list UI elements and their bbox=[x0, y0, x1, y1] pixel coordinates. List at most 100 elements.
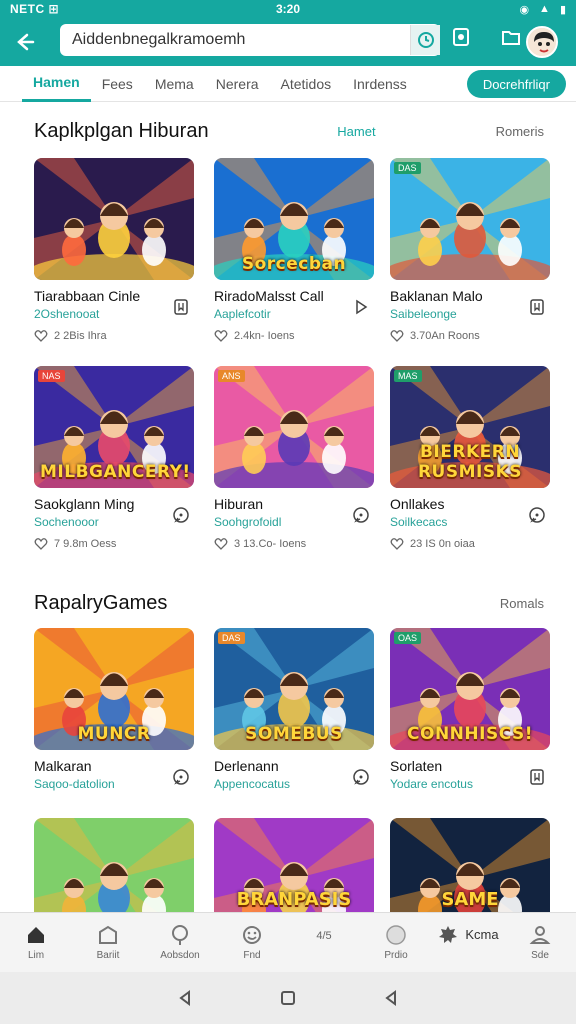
game-stats: 2.4kn- Ioens bbox=[234, 330, 295, 342]
back-triangle-icon[interactable] bbox=[176, 989, 194, 1007]
game-title[interactable]: Saokglann Ming bbox=[34, 496, 194, 512]
game-thumbnail[interactable]: DAS SOMEBUS bbox=[214, 628, 374, 750]
game-title[interactable]: Sorlaten bbox=[390, 758, 550, 774]
lollipop-icon bbox=[172, 925, 188, 945]
bookmark-icon[interactable] bbox=[528, 298, 546, 316]
nav-item-count[interactable]: 4/5 bbox=[288, 913, 360, 972]
game-thumbnail[interactable]: OAS CONNHISCS! bbox=[390, 628, 550, 750]
game-subtitle: Sochenooor bbox=[34, 515, 99, 529]
game-meta: 3.70An Roons bbox=[390, 329, 550, 343]
nav-label: Bariit bbox=[96, 950, 120, 961]
nav-item-prdio[interactable]: Prdio bbox=[360, 913, 432, 972]
tab-atetidos[interactable]: Atetidos bbox=[270, 66, 343, 102]
game-banner-text: SOMEBUS bbox=[245, 724, 343, 744]
bookmark-icon[interactable] bbox=[528, 768, 546, 786]
tab-cta-button[interactable]: Docrehfrliqr bbox=[466, 70, 566, 98]
game-title[interactable]: RiradoMalsst Call bbox=[214, 288, 374, 304]
play-outline-icon[interactable] bbox=[352, 298, 370, 316]
game-card[interactable]: OAS CONNHISCS! Sorlaten Yodare encotus bbox=[390, 628, 550, 791]
tab-fees[interactable]: Fees bbox=[91, 66, 144, 102]
chat-icon[interactable] bbox=[352, 506, 370, 524]
chat-icon[interactable] bbox=[528, 506, 546, 524]
game-tag-badge: DAS bbox=[218, 632, 245, 644]
search-timer-button[interactable] bbox=[410, 25, 440, 55]
heart-icon[interactable] bbox=[34, 537, 48, 551]
nav-label: Kcma bbox=[465, 927, 499, 942]
section-header-1: Kaplkplgan Hiburan Hamet Romeris bbox=[34, 120, 544, 143]
tab-nerera[interactable]: Nerera bbox=[205, 66, 270, 102]
nav-item-sde[interactable]: Sde bbox=[504, 913, 576, 972]
notes-icon[interactable] bbox=[450, 26, 472, 48]
person-icon bbox=[529, 926, 551, 944]
game-thumbnail[interactable]: Sorcecban bbox=[214, 158, 374, 280]
game-card[interactable]: MUNCR Malkaran Saqoo-datolion bbox=[34, 628, 194, 791]
game-stats: 2 2Bis Ihra bbox=[54, 330, 107, 342]
game-thumbnail[interactable]: MUNCR bbox=[34, 628, 194, 750]
status-time: 3:20 bbox=[275, 2, 301, 16]
game-subtitle: Soohgrofoidl bbox=[214, 515, 282, 529]
search-bar[interactable] bbox=[60, 24, 440, 56]
see-more-link-2[interactable]: Romals bbox=[500, 596, 544, 611]
game-tag-badge: OAS bbox=[394, 632, 422, 644]
game-title[interactable]: Malkaran bbox=[34, 758, 194, 774]
game-card[interactable]: BRANPASIS bbox=[214, 818, 374, 912]
section-title-1: Kaplkplgan Hiburan bbox=[34, 120, 209, 142]
bookmark-icon[interactable] bbox=[172, 298, 190, 316]
game-title[interactable]: Hiburan bbox=[214, 496, 374, 512]
game-subtitle: Aaplefcotir bbox=[214, 307, 271, 321]
game-title[interactable]: Derlenann bbox=[214, 758, 374, 774]
chat-icon[interactable] bbox=[352, 768, 370, 786]
game-subtitle: Saqoo-datolion bbox=[34, 777, 115, 791]
game-thumbnail[interactable] bbox=[34, 818, 194, 912]
game-tag-badge: MAS bbox=[394, 370, 422, 382]
see-more-link-1[interactable]: Romeris bbox=[496, 124, 544, 139]
game-thumbnail[interactable]: NAS MILBGANCERY! bbox=[34, 366, 194, 488]
chat-icon[interactable] bbox=[172, 506, 190, 524]
game-thumbnail[interactable]: DAS bbox=[390, 158, 550, 280]
chat-icon[interactable] bbox=[172, 768, 190, 786]
game-tag-badge: NAS bbox=[38, 370, 65, 382]
game-card[interactable]: MAS BIERKERN RUSMISKS Onllakes Soilkecacs 23… bbox=[390, 366, 550, 551]
game-subtitle: Yodare encotus bbox=[390, 777, 473, 791]
search-input[interactable] bbox=[72, 31, 410, 49]
game-title[interactable]: Tiarabbaan Cinle bbox=[34, 288, 194, 304]
game-card[interactable]: DAS Baklanan Malo Saibeleonge 3.70An Roons bbox=[390, 158, 550, 343]
home-square-icon[interactable] bbox=[279, 989, 297, 1007]
section-link-1[interactable]: Hamet bbox=[337, 124, 375, 139]
folder-icon[interactable] bbox=[500, 26, 522, 48]
game-banner-text: CONNHISCS! bbox=[407, 724, 533, 744]
tab-mema[interactable]: Mema bbox=[144, 66, 205, 102]
nav-item-aobsdon[interactable]: Aobsdon bbox=[144, 913, 216, 972]
avatar[interactable] bbox=[526, 26, 558, 58]
heart-icon[interactable] bbox=[390, 537, 404, 551]
game-title[interactable]: Baklanan Malo bbox=[390, 288, 550, 304]
game-subtitle: 2Oshenooat bbox=[34, 307, 100, 321]
game-thumbnail[interactable] bbox=[34, 158, 194, 280]
nav-item-kcma[interactable]: Kcma bbox=[432, 897, 504, 972]
game-card[interactable]: ANS Hiburan Soohgrofoidl 3 13.Co- Ioens bbox=[214, 366, 374, 551]
game-card[interactable]: DAS SOMEBUS Derlenann Appencocatus bbox=[214, 628, 374, 791]
game-thumbnail[interactable]: ANS bbox=[214, 366, 374, 488]
nav-label: Aobsdon bbox=[160, 950, 200, 961]
game-card[interactable]: Tiarabbaan Cinle 2Oshenooat 2 2Bis Ihra bbox=[34, 158, 194, 343]
game-meta: 2 2Bis Ihra bbox=[34, 329, 194, 343]
game-card[interactable]: Sorcecban RiradoMalsst Call Aaplefcotir 2.4… bbox=[214, 158, 374, 343]
heart-icon[interactable] bbox=[34, 329, 48, 343]
nav-item-lim[interactable]: Lim bbox=[0, 913, 72, 972]
nav-item-bariit[interactable]: Bariit bbox=[72, 913, 144, 972]
recents-triangle-icon[interactable] bbox=[382, 989, 400, 1007]
back-button[interactable] bbox=[0, 18, 48, 66]
nav-item-fnd[interactable]: Fnd bbox=[216, 913, 288, 972]
heart-icon[interactable] bbox=[390, 329, 404, 343]
game-thumbnail[interactable]: BRANPASIS bbox=[214, 818, 374, 912]
heart-icon[interactable] bbox=[214, 537, 228, 551]
game-thumbnail[interactable]: MAS BIERKERN RUSMISKS bbox=[390, 366, 550, 488]
tab-hamen[interactable]: Hamen bbox=[22, 66, 91, 102]
heart-icon[interactable] bbox=[214, 329, 228, 343]
nav-label: 4/5 bbox=[316, 929, 332, 942]
section-title-2: RapalryGames bbox=[34, 592, 168, 614]
tab-inrdenss[interactable]: Inrdenss bbox=[342, 66, 418, 102]
game-card[interactable]: NAS MILBGANCERY! Saokglann Ming Sochenooor 7… bbox=[34, 366, 194, 551]
game-card[interactable] bbox=[34, 818, 194, 912]
game-title[interactable]: Onllakes bbox=[390, 496, 550, 512]
